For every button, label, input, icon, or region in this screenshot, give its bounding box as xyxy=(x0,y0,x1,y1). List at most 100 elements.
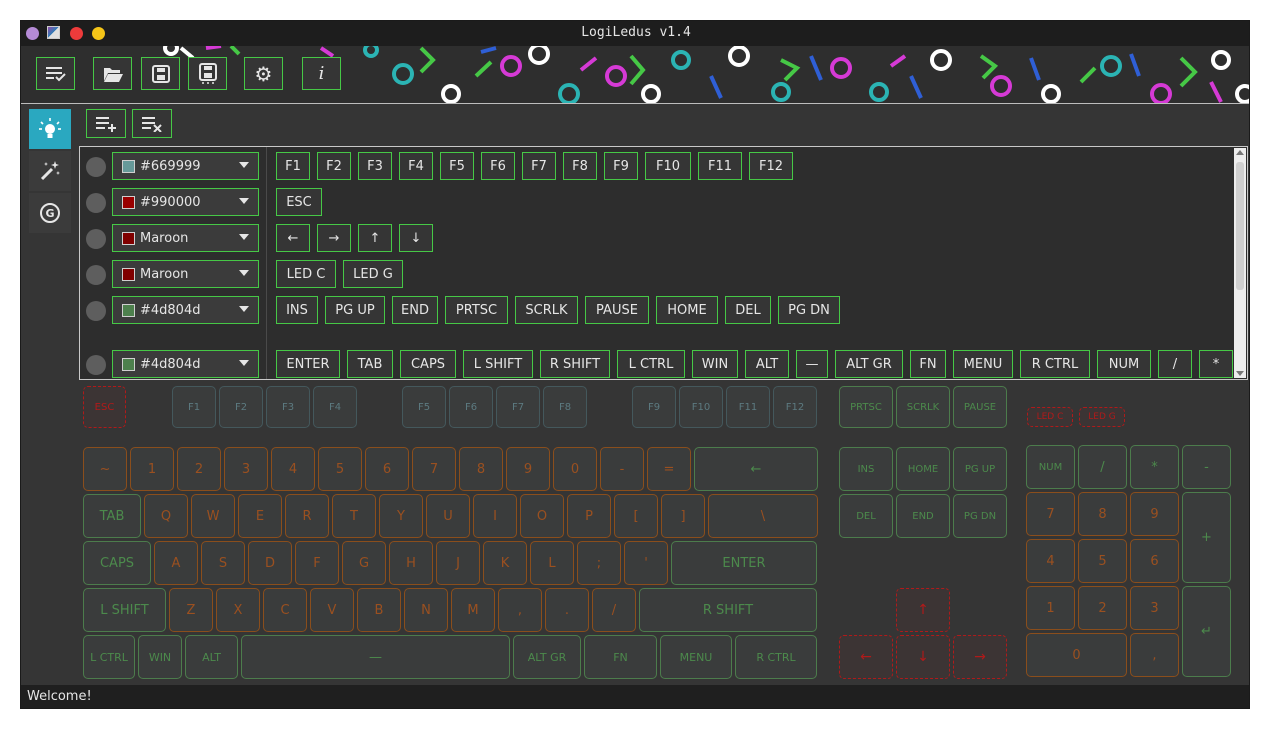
keyboard-key[interactable]: O xyxy=(520,494,564,538)
keyboard-key[interactable]: ALT xyxy=(185,635,238,679)
keyboard-key[interactable]: ALT GR xyxy=(513,635,581,679)
keyboard-key[interactable]: E xyxy=(238,494,282,538)
keyboard-key[interactable]: H xyxy=(389,541,433,585)
key-chip[interactable]: → xyxy=(317,224,351,252)
key-chip[interactable]: F8 xyxy=(563,152,597,180)
keyboard-key[interactable]: F8 xyxy=(543,386,587,428)
keyboard-key[interactable]: L xyxy=(530,541,574,585)
keyboard-key[interactable]: 4 xyxy=(1026,539,1075,583)
keyboard-key[interactable]: T xyxy=(332,494,376,538)
keyboard-key[interactable]: WIN xyxy=(138,635,182,679)
color-select[interactable]: #669999 xyxy=(112,152,259,180)
keyboard-key[interactable]: 3 xyxy=(224,447,268,491)
key-chip[interactable]: LED C xyxy=(276,260,336,288)
key-chip[interactable]: PG UP xyxy=(325,296,385,324)
key-chip[interactable]: PAUSE xyxy=(585,296,649,324)
key-chip[interactable]: F7 xyxy=(522,152,556,180)
row-enable-toggle[interactable] xyxy=(86,265,106,285)
keyboard-key[interactable]: LED C xyxy=(1027,407,1073,427)
keyboard-key[interactable]: ' xyxy=(624,541,668,585)
keyboard-key[interactable]: L CTRL xyxy=(83,635,135,679)
keyboard-key[interactable]: - xyxy=(600,447,644,491)
keyboard-key[interactable]: ↵ xyxy=(1182,586,1231,677)
key-chip[interactable]: PG DN xyxy=(778,296,840,324)
key-chip[interactable]: DEL xyxy=(725,296,771,324)
key-chip[interactable]: F9 xyxy=(604,152,638,180)
keyboard-key[interactable]: F12 xyxy=(773,386,817,428)
keyboard-key[interactable]: PG DN xyxy=(953,494,1007,538)
keyboard-key[interactable]: LED G xyxy=(1079,407,1125,427)
keyboard-key[interactable]: HOME xyxy=(896,447,950,491)
keyboard-key[interactable]: 6 xyxy=(1130,539,1179,583)
keyboard-key[interactable]: F xyxy=(295,541,339,585)
keyboard-key[interactable]: 4 xyxy=(271,447,315,491)
keyboard-key[interactable]: - xyxy=(1182,445,1231,489)
key-chip[interactable]: ↓ xyxy=(399,224,433,252)
keyboard-key[interactable]: F10 xyxy=(679,386,723,428)
keyboard-key[interactable]: L SHIFT xyxy=(83,588,166,632)
keyboard-key[interactable]: 1 xyxy=(130,447,174,491)
keyboard-key[interactable]: END xyxy=(896,494,950,538)
keyboard-key[interactable]: PRTSC xyxy=(839,386,893,428)
keyboard-key[interactable]: ] xyxy=(661,494,705,538)
key-chip[interactable]: INS xyxy=(276,296,318,324)
key-chip[interactable]: ESC xyxy=(276,188,322,216)
info-button[interactable]: i xyxy=(302,57,341,90)
keyboard-key[interactable]: R CTRL xyxy=(735,635,817,679)
keyboard-key[interactable]: SCRLK xyxy=(896,386,950,428)
scroll-down-arrow[interactable] xyxy=(1236,371,1244,376)
key-chip[interactable]: F6 xyxy=(481,152,515,180)
keyboard-key[interactable]: . xyxy=(545,588,589,632)
keyboard-key[interactable]: F2 xyxy=(219,386,263,428)
key-chip[interactable]: ALT xyxy=(745,350,789,378)
keyboard-key[interactable]: 5 xyxy=(1078,539,1127,583)
keyboard-key[interactable]: INS xyxy=(839,447,893,491)
keyboard-key[interactable]: 9 xyxy=(1130,492,1179,536)
key-chip[interactable]: CAPS xyxy=(400,350,456,378)
remove-row-button[interactable] xyxy=(132,109,172,138)
keyboard-key[interactable]: , xyxy=(498,588,542,632)
scroll-up-arrow[interactable] xyxy=(1236,150,1244,155)
keyboard-key[interactable]: 2 xyxy=(177,447,221,491)
keyboard-key[interactable]: ← xyxy=(694,447,818,491)
row-enable-toggle[interactable] xyxy=(86,229,106,249)
keyboard-key[interactable]: B xyxy=(357,588,401,632)
key-chip[interactable]: F3 xyxy=(358,152,392,180)
key-chip[interactable]: * xyxy=(1199,350,1233,378)
keyboard-key[interactable]: I xyxy=(473,494,517,538)
keyboard-key[interactable]: F5 xyxy=(402,386,446,428)
key-chip[interactable]: F4 xyxy=(399,152,433,180)
keyboard-key[interactable]: ↑ xyxy=(896,588,950,632)
keyboard-key[interactable]: P xyxy=(567,494,611,538)
keyboard-key[interactable]: K xyxy=(483,541,527,585)
key-chip[interactable]: END xyxy=(392,296,438,324)
save-button[interactable] xyxy=(141,57,180,90)
keyboard-key[interactable]: 8 xyxy=(1078,492,1127,536)
key-chip[interactable]: LED G xyxy=(343,260,403,288)
key-chip[interactable]: — xyxy=(796,350,828,378)
key-chip[interactable]: R CTRL xyxy=(1020,350,1090,378)
keyboard-key[interactable]: S xyxy=(201,541,245,585)
key-chip[interactable]: MENU xyxy=(953,350,1013,378)
keyboard-key[interactable]: F6 xyxy=(449,386,493,428)
color-select[interactable]: #990000 xyxy=(112,188,259,216)
keyboard-key[interactable]: FN xyxy=(584,635,657,679)
key-chip[interactable]: F12 xyxy=(749,152,793,180)
key-chip[interactable]: L CTRL xyxy=(617,350,685,378)
save-as-button[interactable] xyxy=(188,57,227,90)
key-chip[interactable]: L SHIFT xyxy=(463,350,533,378)
keyboard-key[interactable]: MENU xyxy=(660,635,732,679)
key-chip[interactable]: F1 xyxy=(276,152,310,180)
row-enable-toggle[interactable] xyxy=(86,193,106,213)
key-chip[interactable]: ALT GR xyxy=(835,350,903,378)
keyboard-key[interactable]: — xyxy=(241,635,510,679)
keyboard-key[interactable]: J xyxy=(436,541,480,585)
keyboard-key[interactable]: 2 xyxy=(1078,586,1127,630)
key-chip[interactable]: ↑ xyxy=(358,224,392,252)
scroll-thumb[interactable] xyxy=(1236,162,1244,290)
key-chip[interactable]: F11 xyxy=(698,152,742,180)
color-select[interactable]: #4d804d xyxy=(112,296,259,324)
keyboard-key[interactable]: G xyxy=(342,541,386,585)
keyboard-key[interactable]: U xyxy=(426,494,470,538)
keyboard-key[interactable]: M xyxy=(451,588,495,632)
